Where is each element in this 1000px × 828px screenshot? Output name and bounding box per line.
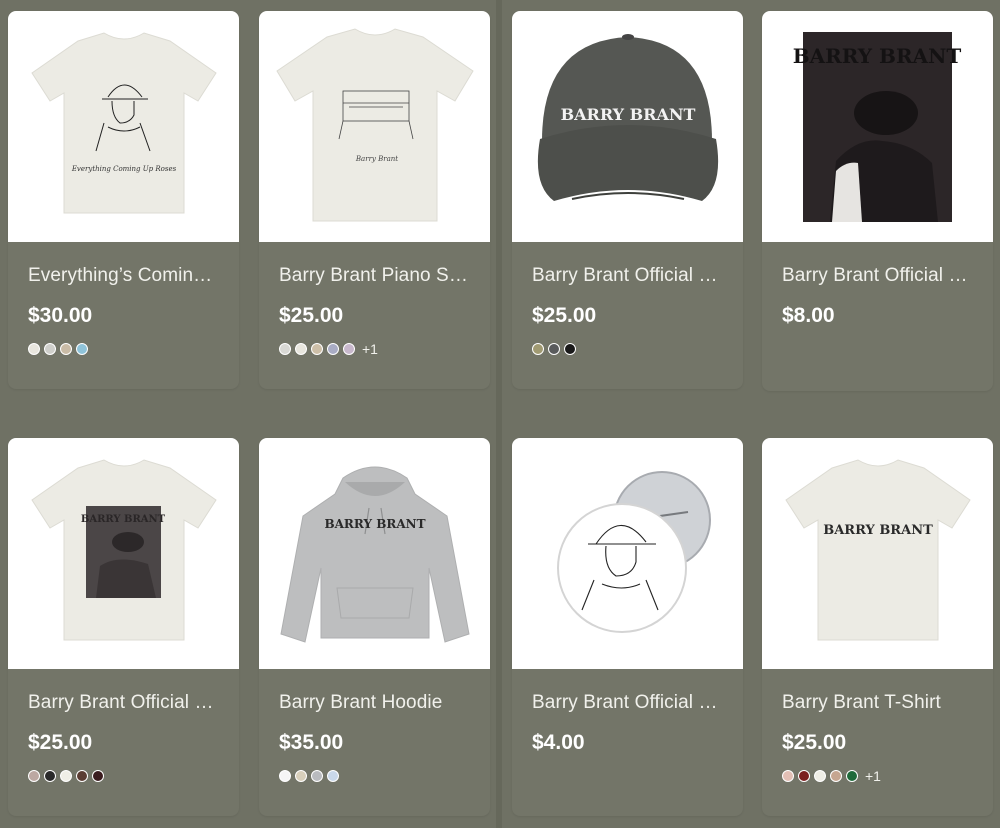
color-swatch[interactable] bbox=[295, 343, 307, 355]
color-swatch[interactable] bbox=[76, 343, 88, 355]
product-title[interactable]: Barry Brant Official P… bbox=[782, 264, 973, 288]
color-swatches bbox=[279, 769, 470, 783]
color-swatch[interactable] bbox=[548, 343, 560, 355]
product-price: $8.00 bbox=[782, 304, 835, 327]
product-image[interactable]: BARRY BRANT bbox=[259, 438, 490, 669]
cap-illustration: BARRY BRANT bbox=[537, 34, 719, 201]
product-title[interactable]: Barry Brant Official P… bbox=[28, 691, 219, 715]
poster-illustration: BARRY BRANT bbox=[793, 32, 962, 222]
tshirt-illustration: Everything Coming Up Roses bbox=[31, 32, 217, 214]
grid-divider bbox=[496, 0, 502, 828]
product-image[interactable]: Barry Brant bbox=[259, 11, 490, 242]
product-card[interactable]: BARRY BRANT Barry Brant Official P… $8.0… bbox=[762, 11, 993, 391]
tshirt-illustration: Barry Brant bbox=[276, 28, 474, 222]
tshirt-illustration: BARRY BRANT bbox=[785, 459, 971, 641]
product-card[interactable]: BARRY BRANT Barry Brant T-Shirt $25.00 +… bbox=[762, 438, 993, 816]
product-price: $4.00 bbox=[532, 731, 585, 754]
color-swatch[interactable] bbox=[532, 343, 544, 355]
color-swatch[interactable] bbox=[327, 343, 339, 355]
product-price: $25.00 bbox=[279, 304, 344, 327]
color-swatch[interactable] bbox=[44, 770, 56, 782]
product-card[interactable]: Barry Brant Official P… $4.00 bbox=[512, 438, 743, 816]
product-title[interactable]: Everything’s Coming … bbox=[28, 264, 219, 288]
color-swatch[interactable] bbox=[295, 770, 307, 782]
cap-logo-text: BARRY BRANT bbox=[561, 105, 696, 124]
product-title[interactable]: Barry Brant Piano Sk… bbox=[279, 264, 470, 288]
color-swatch[interactable] bbox=[28, 770, 40, 782]
product-card[interactable]: BARRY BRANT Barry Brant Official … $25.0… bbox=[512, 11, 743, 389]
color-swatch[interactable] bbox=[92, 770, 104, 782]
product-price: $35.00 bbox=[279, 731, 344, 754]
product-title[interactable]: Barry Brant Hoodie bbox=[279, 691, 470, 715]
tshirt-illustration: BARRY BRANT bbox=[31, 459, 217, 641]
color-swatches: +1 bbox=[279, 342, 470, 356]
product-price: $25.00 bbox=[782, 731, 847, 754]
product-image[interactable]: Everything Coming Up Roses bbox=[8, 11, 239, 242]
color-swatch[interactable] bbox=[76, 770, 88, 782]
color-swatch[interactable] bbox=[279, 770, 291, 782]
hoodie-print-text: BARRY BRANT bbox=[324, 517, 425, 531]
color-swatch[interactable] bbox=[44, 343, 56, 355]
product-title[interactable]: Barry Brant Official P… bbox=[532, 691, 723, 715]
hoodie-illustration: BARRY BRANT bbox=[280, 466, 470, 643]
product-card[interactable]: BARRY BRANT Barry Brant Official P… $25.… bbox=[8, 438, 239, 816]
color-swatch[interactable] bbox=[327, 770, 339, 782]
color-swatch[interactable] bbox=[311, 770, 323, 782]
shirt-print-text: Everything Coming Up Roses bbox=[71, 165, 177, 173]
color-swatch[interactable] bbox=[279, 343, 291, 355]
shirt-print-text: Barry Brant bbox=[355, 155, 398, 163]
poster-logo-text: BARRY BRANT bbox=[793, 44, 962, 68]
product-image[interactable]: BARRY BRANT bbox=[762, 11, 993, 242]
product-image[interactable]: BARRY BRANT bbox=[762, 438, 993, 669]
product-image[interactable]: BARRY BRANT bbox=[512, 11, 743, 242]
pin-button-illustration bbox=[557, 471, 711, 633]
more-colors-count: +1 bbox=[362, 341, 378, 357]
color-swatch[interactable] bbox=[846, 770, 858, 782]
color-swatch[interactable] bbox=[311, 343, 323, 355]
product-card[interactable]: Barry Brant Barry Brant Piano Sk… $25.00… bbox=[259, 11, 490, 389]
color-swatch[interactable] bbox=[782, 770, 794, 782]
color-swatch[interactable] bbox=[28, 343, 40, 355]
shirt-print-text: BARRY BRANT bbox=[823, 523, 933, 538]
color-swatch[interactable] bbox=[814, 770, 826, 782]
product-price: $30.00 bbox=[28, 304, 93, 327]
shirt-print-text: BARRY BRANT bbox=[81, 514, 166, 525]
color-swatches bbox=[532, 342, 723, 356]
product-card[interactable]: BARRY BRANT Barry Brant Hoodie $35.00 bbox=[259, 438, 490, 816]
color-swatch[interactable] bbox=[830, 770, 842, 782]
more-colors-count: +1 bbox=[865, 768, 881, 784]
color-swatch[interactable] bbox=[798, 770, 810, 782]
product-image[interactable] bbox=[512, 438, 743, 669]
product-image[interactable]: BARRY BRANT bbox=[8, 438, 239, 669]
color-swatch[interactable] bbox=[564, 343, 576, 355]
product-card[interactable]: Everything Coming Up Roses Everything’s … bbox=[8, 11, 239, 389]
color-swatch[interactable] bbox=[60, 770, 72, 782]
color-swatches bbox=[28, 769, 219, 783]
color-swatch[interactable] bbox=[343, 343, 355, 355]
product-title[interactable]: Barry Brant T-Shirt bbox=[782, 691, 973, 715]
product-price: $25.00 bbox=[532, 304, 597, 327]
product-title[interactable]: Barry Brant Official … bbox=[532, 264, 723, 288]
color-swatches bbox=[28, 342, 219, 356]
product-price: $25.00 bbox=[28, 731, 93, 754]
color-swatches: +1 bbox=[782, 769, 973, 783]
color-swatch[interactable] bbox=[60, 343, 72, 355]
